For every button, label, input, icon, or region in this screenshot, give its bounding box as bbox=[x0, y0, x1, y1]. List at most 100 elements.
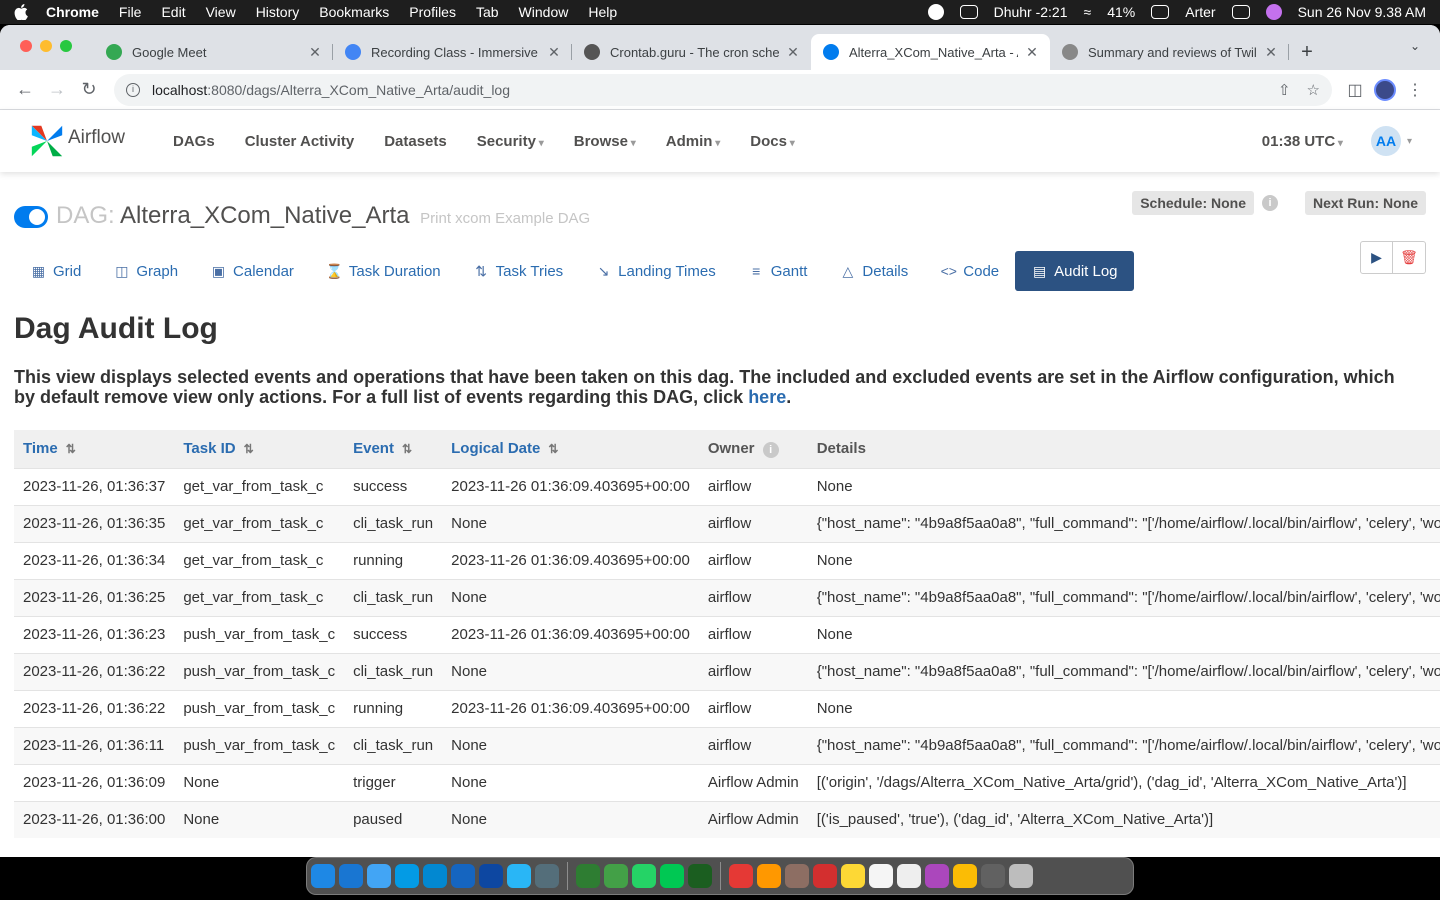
nav-dags[interactable]: DAGs bbox=[173, 133, 215, 150]
share-icon[interactable]: ⇧ bbox=[1278, 81, 1291, 99]
browser-tab[interactable]: Crontab.guru - The cron sche ✕ bbox=[572, 34, 811, 70]
browser-tab[interactable]: Google Meet ✕ bbox=[94, 34, 333, 70]
menu-tab[interactable]: Tab bbox=[476, 4, 499, 20]
menu-profiles[interactable]: Profiles bbox=[409, 4, 456, 20]
control-center-icon[interactable] bbox=[1231, 5, 1250, 19]
trigger-dag-play-icon[interactable]: ▶ bbox=[1360, 241, 1393, 274]
nav-datasets[interactable]: Datasets bbox=[384, 133, 447, 150]
nav-cluster-activity[interactable]: Cluster Activity bbox=[245, 133, 354, 150]
tab-task-tries[interactable]: ⇅ Task Tries bbox=[457, 251, 580, 291]
close-tab-icon[interactable]: ✕ bbox=[307, 44, 323, 61]
close-tab-icon[interactable]: ✕ bbox=[785, 44, 801, 61]
dock-app-icon[interactable] bbox=[785, 864, 809, 888]
dock-app-icon[interactable] bbox=[451, 864, 475, 888]
info-icon[interactable]: i bbox=[762, 441, 779, 458]
dock-app-icon[interactable] bbox=[535, 864, 559, 888]
menu-app-name[interactable]: Chrome bbox=[46, 4, 99, 20]
battery-icon[interactable] bbox=[1151, 5, 1170, 19]
delete-dag-trash-icon[interactable]: 🗑 bbox=[1393, 241, 1426, 274]
nav-security[interactable]: Security bbox=[477, 133, 544, 150]
dock-app-icon[interactable] bbox=[688, 864, 712, 888]
timezone-selector[interactable]: 01:38 UTC bbox=[1262, 133, 1343, 150]
dock-app-icon[interactable] bbox=[632, 864, 656, 888]
close-tab-icon[interactable]: ✕ bbox=[1263, 44, 1279, 61]
kebab-menu-icon[interactable]: ⋮ bbox=[1400, 75, 1430, 105]
dock-app-icon[interactable] bbox=[757, 864, 781, 888]
close-tab-icon[interactable]: ✕ bbox=[1024, 44, 1040, 61]
menu-window[interactable]: Window bbox=[519, 4, 569, 20]
profile-avatar[interactable] bbox=[1370, 75, 1400, 105]
dock-app-icon[interactable] bbox=[953, 864, 977, 888]
tab-landing-times[interactable]: ↘ Landing Times bbox=[579, 251, 732, 291]
menubar-user[interactable]: Arter bbox=[1185, 4, 1215, 20]
col-header-event[interactable]: Event ⇅ bbox=[344, 430, 443, 468]
info-icon[interactable]: i bbox=[1262, 195, 1278, 211]
dock-app-icon[interactable] bbox=[423, 864, 447, 888]
tab-task-duration[interactable]: ⌛ Task Duration bbox=[310, 251, 457, 291]
menubar-datetime[interactable]: Sun 26 Nov 9.38 AM bbox=[1298, 4, 1426, 20]
dock-app-icon[interactable] bbox=[367, 864, 391, 888]
bookmark-star-icon[interactable]: ☆ bbox=[1307, 81, 1320, 99]
apple-icon[interactable] bbox=[14, 4, 28, 20]
weather-icon[interactable] bbox=[959, 5, 978, 19]
nav-browse[interactable]: Browse bbox=[574, 133, 636, 150]
col-header-logical-date[interactable]: Logical Date ⇅ bbox=[442, 430, 699, 468]
menu-edit[interactable]: Edit bbox=[161, 4, 185, 20]
prayer-time[interactable]: Dhuhr -2:21 bbox=[994, 4, 1068, 20]
dock-app-icon[interactable] bbox=[729, 864, 753, 888]
menu-bookmarks[interactable]: Bookmarks bbox=[319, 4, 389, 20]
forward-arrow-icon[interactable]: → bbox=[42, 75, 72, 105]
tab-gantt[interactable]: ≡ Gantt bbox=[732, 251, 824, 291]
full-events-link[interactable]: here bbox=[748, 387, 786, 407]
tab-search-chevron-icon[interactable]: ⌄ bbox=[1410, 39, 1420, 53]
menu-history[interactable]: History bbox=[256, 4, 300, 20]
dock-app-icon[interactable] bbox=[981, 864, 1005, 888]
address-bar[interactable]: i localhost:8080/dags/Alterra_XCom_Nativ… bbox=[114, 73, 1332, 106]
dag-pause-toggle[interactable] bbox=[14, 206, 48, 228]
dock-app-icon[interactable] bbox=[604, 864, 628, 888]
tab-calendar[interactable]: ▣ Calendar bbox=[194, 251, 310, 291]
col-header-time[interactable]: Time ⇅ bbox=[14, 430, 175, 468]
site-info-icon[interactable]: i bbox=[126, 82, 140, 97]
back-arrow-icon[interactable]: ← bbox=[10, 75, 40, 105]
browser-tab-active[interactable]: Alterra_XCom_Native_Arta - A ✕ bbox=[811, 34, 1050, 70]
browser-tab[interactable]: Recording Class - Immersive D ✕ bbox=[333, 34, 572, 70]
dock-app-icon[interactable] bbox=[841, 864, 865, 888]
nav-admin[interactable]: Admin bbox=[666, 133, 720, 150]
dock-app-icon[interactable] bbox=[395, 864, 419, 888]
wifi-icon[interactable]: ≈ bbox=[1084, 4, 1092, 20]
menu-view[interactable]: View bbox=[206, 4, 236, 20]
close-window-button[interactable] bbox=[20, 40, 32, 52]
browser-tab[interactable]: Summary and reviews of Twilig ✕ bbox=[1050, 34, 1289, 70]
dock-app-icon[interactable] bbox=[925, 864, 949, 888]
dock-app-icon[interactable] bbox=[311, 864, 335, 888]
tab-grid[interactable]: ▦ Grid bbox=[14, 251, 97, 291]
new-tab-icon[interactable]: + bbox=[1289, 34, 1325, 70]
reload-icon[interactable]: ↻ bbox=[74, 75, 104, 105]
dock-app-icon[interactable] bbox=[813, 864, 837, 888]
menu-help[interactable]: Help bbox=[588, 4, 617, 20]
minimize-window-button[interactable] bbox=[40, 40, 52, 52]
tab-details[interactable]: △ Details bbox=[823, 251, 924, 291]
col-header-task-id[interactable]: Task ID ⇅ bbox=[174, 430, 345, 468]
dock-app-icon[interactable] bbox=[869, 864, 893, 888]
dock-app-icon[interactable] bbox=[507, 864, 531, 888]
user-menu[interactable]: AA ▾ bbox=[1370, 126, 1412, 156]
tab-audit-log[interactable]: ▤ Audit Log bbox=[1015, 251, 1134, 291]
nav-docs[interactable]: Docs bbox=[750, 133, 795, 150]
battery-percent[interactable]: 41% bbox=[1107, 4, 1135, 20]
tab-code[interactable]: <> Code bbox=[924, 251, 1015, 291]
siri-icon[interactable] bbox=[1265, 4, 1282, 20]
zoom-window-button[interactable] bbox=[60, 40, 72, 52]
notification-icon[interactable] bbox=[927, 4, 944, 20]
close-tab-icon[interactable]: ✕ bbox=[546, 44, 562, 61]
dock-app-icon[interactable] bbox=[339, 864, 363, 888]
airflow-logo[interactable]: Airflow bbox=[28, 122, 125, 160]
side-panel-icon[interactable]: ◫ bbox=[1340, 75, 1370, 105]
tab-graph[interactable]: ◫ Graph bbox=[97, 251, 194, 291]
dock-app-icon[interactable] bbox=[479, 864, 503, 888]
dock-app-icon[interactable] bbox=[897, 864, 921, 888]
dock-app-icon[interactable] bbox=[660, 864, 684, 888]
dock-app-icon[interactable] bbox=[576, 864, 600, 888]
menu-file[interactable]: File bbox=[119, 4, 142, 20]
